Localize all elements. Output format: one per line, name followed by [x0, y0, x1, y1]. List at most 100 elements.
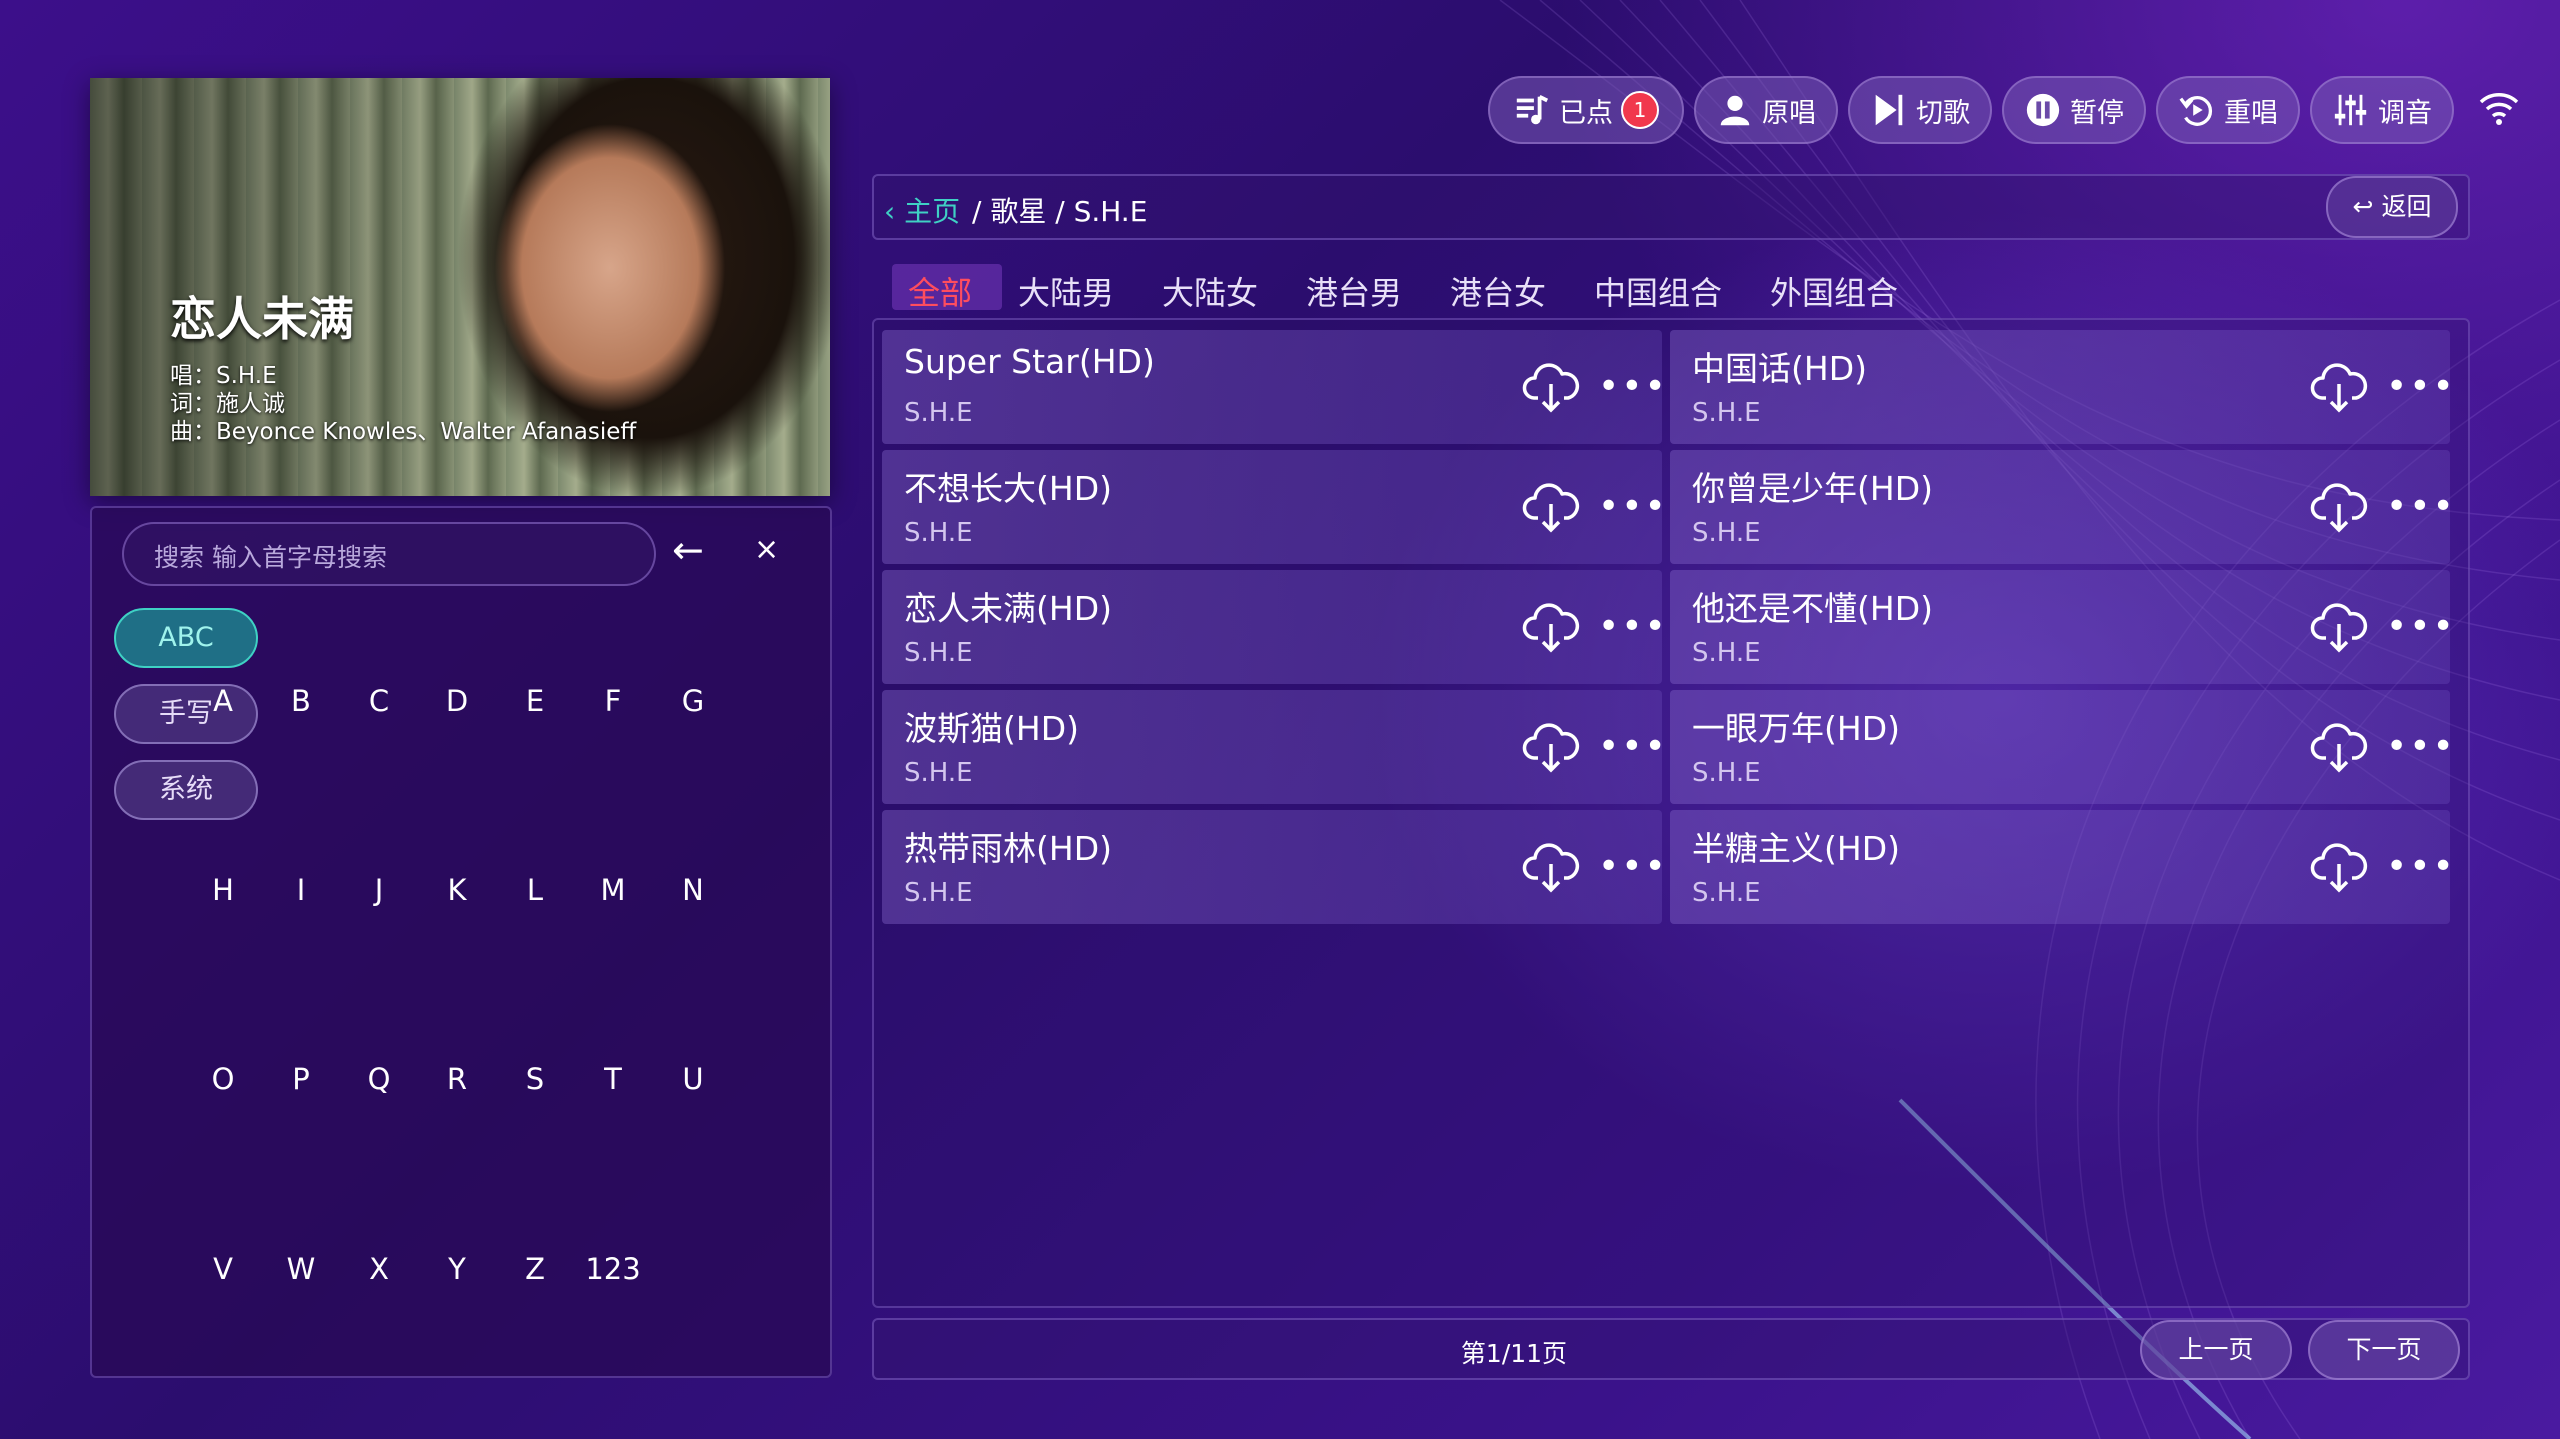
clear-button[interactable]: × — [754, 532, 779, 567]
tab-4[interactable]: 港台女 — [1450, 268, 1546, 314]
key-a[interactable]: A — [188, 684, 258, 718]
more-options-icon[interactable]: ••• — [1598, 718, 1668, 776]
song-artist: S.H.E — [1692, 758, 1761, 788]
tab-1[interactable]: 大陆男 — [1018, 268, 1114, 314]
singer-icon — [1720, 95, 1750, 126]
song-artist: S.H.E — [1692, 878, 1761, 908]
song-item[interactable]: 波斯猫(HD) S.H.E ••• — [882, 690, 1666, 804]
key-k[interactable]: K — [422, 873, 492, 907]
tune-label: 调音 — [2378, 97, 2432, 129]
skip-song-button[interactable]: 切歌 — [1848, 76, 1992, 144]
video-preview[interactable]: 恋人未满 唱：S.H.E 词：施人诚 曲：Beyonce Knowles、Wal… — [90, 78, 830, 496]
key-c[interactable]: C — [344, 684, 414, 718]
key-u[interactable]: U — [658, 1062, 728, 1096]
song-artist: S.H.E — [904, 878, 973, 908]
download-icon[interactable] — [1522, 478, 1580, 536]
key-x[interactable]: X — [344, 1252, 414, 1286]
key-z[interactable]: Z — [500, 1252, 570, 1286]
song-artist: S.H.E — [904, 398, 973, 428]
backspace-button[interactable]: ← — [672, 528, 704, 572]
song-artist: S.H.E — [904, 638, 973, 668]
pause-button[interactable]: 暂停 — [2002, 76, 2146, 144]
tune-button[interactable]: 调音 — [2310, 76, 2454, 144]
more-options-icon[interactable]: ••• — [1598, 358, 1668, 416]
song-item[interactable]: Super Star(HD) S.H.E ••• — [882, 330, 1666, 444]
pagination-bar: 第1/11页 上一页 下一页 — [872, 1318, 2470, 1380]
back-button[interactable]: ↩ 返回 — [2326, 176, 2458, 238]
download-icon[interactable] — [1522, 598, 1580, 656]
key-j[interactable]: J — [344, 873, 414, 907]
key-123[interactable]: 123 — [578, 1252, 648, 1286]
song-item[interactable]: 不想长大(HD) S.H.E ••• — [882, 450, 1666, 564]
key-f[interactable]: F — [578, 684, 648, 718]
key-v[interactable]: V — [188, 1252, 258, 1286]
tab-2[interactable]: 大陆女 — [1162, 268, 1258, 314]
download-icon[interactable] — [1522, 718, 1580, 776]
song-item[interactable]: 半糖主义(HD) S.H.E ••• — [1670, 810, 2454, 924]
song-title: 不想长大(HD) — [904, 469, 1112, 508]
song-item[interactable]: 恋人未满(HD) S.H.E ••• — [882, 570, 1666, 684]
key-i[interactable]: I — [266, 873, 336, 907]
tab-6[interactable]: 外国组合 — [1770, 268, 1898, 314]
download-icon[interactable] — [1522, 838, 1580, 896]
song-item[interactable]: 一眼万年(HD) S.H.E ••• — [1670, 690, 2454, 804]
song-item[interactable]: 你曾是少年(HD) S.H.E ••• — [1670, 450, 2454, 564]
key-b[interactable]: B — [266, 684, 336, 718]
download-icon[interactable] — [2310, 718, 2368, 776]
tab-0[interactable]: 全部 — [891, 264, 1003, 314]
key-g[interactable]: G — [658, 684, 728, 718]
mode-system-button[interactable]: 系统 — [114, 760, 258, 820]
more-options-icon[interactable]: ••• — [2386, 478, 2456, 536]
song-title: 中国话(HD) — [1692, 349, 1867, 388]
download-icon[interactable] — [1522, 358, 1580, 416]
prev-page-button[interactable]: 上一页 — [2140, 1320, 2292, 1380]
original-vocal-button[interactable]: 原唱 — [1694, 76, 1838, 144]
breadcrumb-path: / 歌星 / S.H.E — [972, 195, 1148, 228]
key-q[interactable]: Q — [344, 1062, 414, 1096]
more-options-icon[interactable]: ••• — [1598, 598, 1668, 656]
original-label: 原唱 — [1762, 97, 1816, 129]
more-options-icon[interactable]: ••• — [2386, 598, 2456, 656]
key-s[interactable]: S — [500, 1062, 570, 1096]
tab-3[interactable]: 港台男 — [1306, 268, 1402, 314]
wifi-icon — [2479, 93, 2519, 125]
key-d[interactable]: D — [422, 684, 492, 718]
download-icon[interactable] — [2310, 598, 2368, 656]
more-options-icon[interactable]: ••• — [1598, 838, 1668, 896]
search-placeholder: 搜索 输入首字母搜索 — [154, 543, 387, 572]
key-h[interactable]: H — [188, 873, 258, 907]
ordered-songs-button[interactable]: 已点 1 — [1488, 76, 1684, 144]
key-w[interactable]: W — [266, 1252, 336, 1286]
mode-abc-button[interactable]: ABC — [114, 608, 258, 668]
key-y[interactable]: Y — [422, 1252, 492, 1286]
key-r[interactable]: R — [422, 1062, 492, 1096]
song-artist: S.H.E — [1692, 518, 1761, 548]
song-item[interactable]: 他还是不懂(HD) S.H.E ••• — [1670, 570, 2454, 684]
tab-5[interactable]: 中国组合 — [1594, 268, 1722, 314]
key-o[interactable]: O — [188, 1062, 258, 1096]
key-n[interactable]: N — [658, 873, 728, 907]
next-page-button[interactable]: 下一页 — [2308, 1320, 2460, 1380]
song-title: 热带雨林(HD) — [904, 829, 1112, 868]
key-p[interactable]: P — [266, 1062, 336, 1096]
more-options-icon[interactable]: ••• — [2386, 838, 2456, 896]
song-item[interactable]: 中国话(HD) S.H.E ••• — [1670, 330, 2454, 444]
key-l[interactable]: L — [500, 873, 570, 907]
key-t[interactable]: T — [578, 1062, 648, 1096]
key-e[interactable]: E — [500, 684, 570, 718]
key-m[interactable]: M — [578, 873, 648, 907]
more-options-icon[interactable]: ••• — [2386, 358, 2456, 416]
skip-label: 切歌 — [1916, 97, 1970, 129]
more-options-icon[interactable]: ••• — [1598, 478, 1668, 536]
song-title: 波斯猫(HD) — [904, 709, 1079, 748]
download-icon[interactable] — [2310, 838, 2368, 896]
download-icon[interactable] — [2310, 478, 2368, 536]
song-artist: S.H.E — [904, 758, 973, 788]
more-options-icon[interactable]: ••• — [2386, 718, 2456, 776]
ordered-count-badge: 1 — [1621, 91, 1659, 129]
song-item[interactable]: 热带雨林(HD) S.H.E ••• — [882, 810, 1666, 924]
replay-button[interactable]: 重唱 — [2156, 76, 2300, 144]
download-icon[interactable] — [2310, 358, 2368, 416]
search-input[interactable]: 搜索 输入首字母搜索 — [122, 522, 656, 586]
breadcrumb-home-link[interactable]: ‹ 主页 — [884, 190, 960, 230]
